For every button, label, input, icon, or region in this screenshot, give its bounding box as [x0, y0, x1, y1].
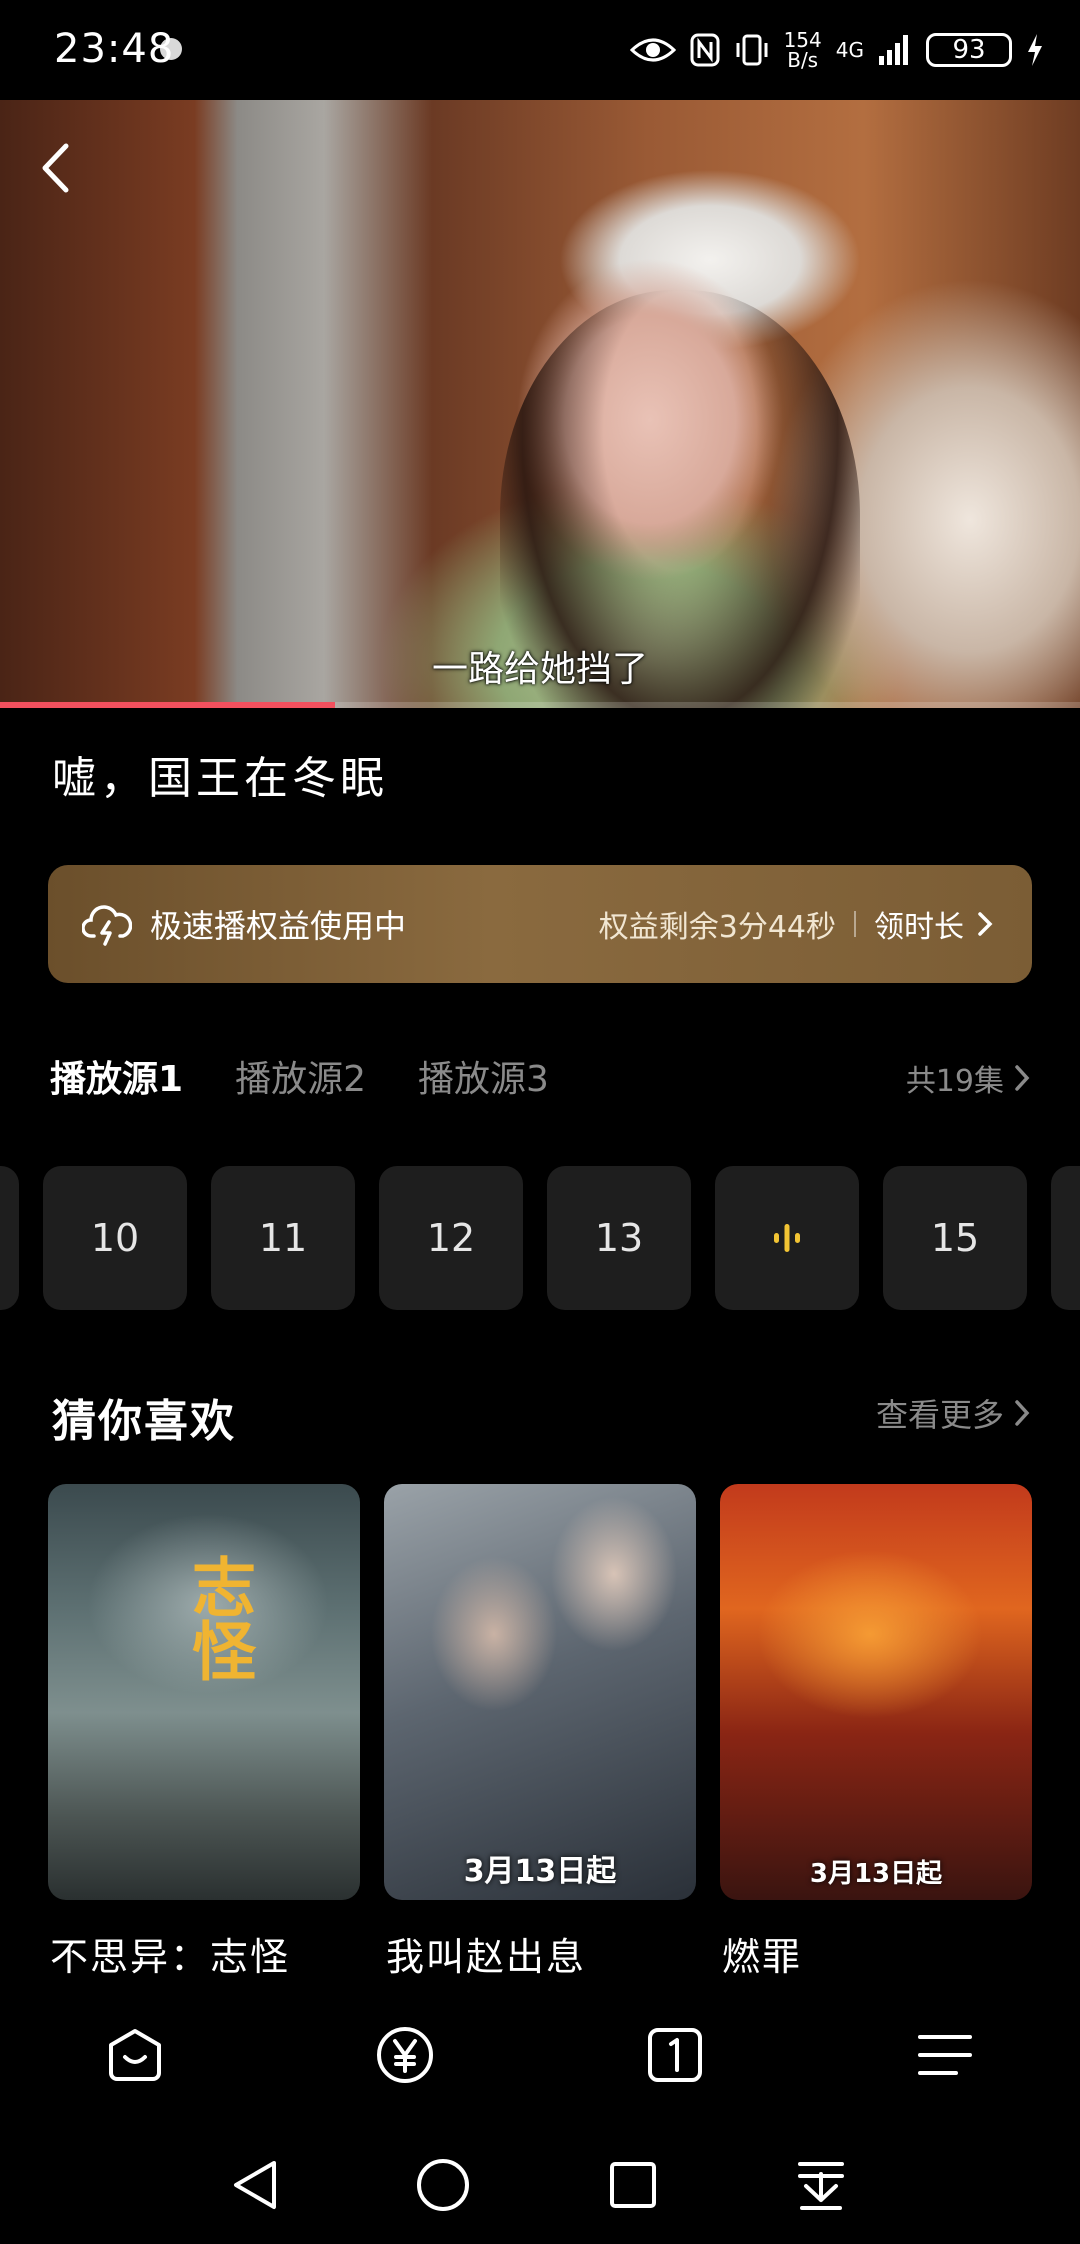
banner-right: 权益剩余3分44秒 领时长: [599, 902, 998, 946]
poster-caption[interactable]: 我叫赵出息: [386, 1926, 586, 1981]
episode-tile[interactable]: 10: [43, 1166, 187, 1310]
home-circle-icon: [417, 2159, 469, 2211]
chevron-left-icon: [42, 143, 69, 193]
claim-time-label: 领时长: [874, 910, 964, 945]
banner-divider: [854, 911, 856, 937]
notification-icon: [160, 38, 182, 60]
speed-benefit-banner[interactable]: 极速播权益使用中 权益剩余3分44秒 领时长: [48, 865, 1032, 983]
app-bottom-nav: [0, 2010, 1080, 2100]
cloud-lightning-icon: [82, 905, 132, 946]
menu-icon: [918, 2035, 972, 2075]
system-back-button[interactable]: [210, 2140, 300, 2230]
see-more-label: 查看更多: [875, 1396, 1004, 1434]
show-title: 嘘，国王在冬眠: [52, 753, 388, 804]
video-subtitle: 一路给她挡了: [431, 649, 648, 690]
episode-list: 10 11 12 13 15: [0, 1166, 1080, 1311]
poster-card[interactable]: 志怪: [48, 1484, 360, 1900]
episode-tile[interactable]: 11: [211, 1166, 355, 1310]
poster-caption[interactable]: 燃罪: [722, 1926, 802, 1981]
recents-square-icon: [610, 2162, 656, 2208]
system-home-button[interactable]: [398, 2140, 488, 2230]
home-nav-button[interactable]: [90, 2010, 180, 2100]
tabs-nav-button[interactable]: [630, 2010, 720, 2100]
pull-down-icon: [798, 2162, 844, 2210]
home-box-icon: [109, 2029, 161, 2081]
system-notification-button[interactable]: [776, 2140, 866, 2230]
back-triangle-icon: [234, 2161, 276, 2209]
episode-tile-partial[interactable]: [1051, 1166, 1080, 1310]
charging-icon: [1028, 34, 1042, 66]
banner-remaining: 权益剩余3分44秒: [598, 910, 836, 945]
status-icons: 154 B/s 4G 93: [629, 28, 1044, 72]
tab-source-2[interactable]: 播放源2: [235, 1050, 366, 1102]
poster-card[interactable]: 3月13日起: [384, 1484, 696, 1900]
vibrate-icon: [736, 34, 768, 66]
chevron-right-icon: [1015, 1065, 1030, 1091]
recommend-title: 猜你喜欢: [52, 1396, 236, 1447]
episode-total-link[interactable]: 共19集: [906, 1056, 1034, 1100]
network-speed: 154 B/s: [783, 28, 822, 72]
chevron-right-icon: [978, 912, 993, 936]
banner-label: 极速播权益使用中: [150, 907, 407, 945]
episode-tile-partial[interactable]: [0, 1166, 19, 1310]
video-player[interactable]: [0, 100, 1080, 708]
tab-source-1[interactable]: 播放源1: [50, 1050, 183, 1102]
battery-icon: 93: [926, 33, 1012, 67]
tab-count-icon: [648, 2028, 702, 2082]
system-recents-button[interactable]: [588, 2140, 678, 2230]
yen-circle-icon: [377, 2027, 433, 2083]
claim-time-button[interactable]: 领时长: [874, 902, 998, 946]
poster-date-tag: 3月13日起: [809, 1859, 943, 1889]
poster-caption[interactable]: 不思异：志怪: [50, 1926, 290, 1981]
signal-icon: [879, 35, 908, 65]
tab-source-3[interactable]: 播放源3: [418, 1050, 549, 1102]
network-type: 4G: [835, 38, 864, 62]
progress-fill: [0, 702, 335, 708]
nfc-icon: [690, 33, 720, 67]
episode-tile[interactable]: 12: [379, 1166, 523, 1310]
poster-title-art: 志怪: [181, 1554, 255, 1682]
episode-tile[interactable]: 13: [547, 1166, 691, 1310]
see-more-link[interactable]: 查看更多: [876, 1390, 1034, 1436]
poster-date-tag: 3月13日起: [463, 1854, 617, 1889]
menu-nav-button[interactable]: [900, 2010, 990, 2100]
source-tabs: 播放源1 播放源2 播放源3: [50, 1050, 549, 1102]
episode-tile[interactable]: 15: [883, 1166, 1027, 1310]
now-playing-icon: [774, 1224, 800, 1252]
system-nav-bar: [0, 2140, 1080, 2230]
chevron-right-icon: [1015, 1400, 1030, 1426]
eye-icon: [629, 38, 676, 62]
episode-total-label: 共19集: [905, 1064, 1004, 1099]
episode-tile-playing[interactable]: [715, 1166, 859, 1310]
back-button[interactable]: [30, 138, 80, 198]
vip-nav-button[interactable]: [360, 2010, 450, 2100]
status-time: 23:48: [54, 26, 175, 72]
poster-card[interactable]: 3月13日起: [720, 1484, 1032, 1900]
